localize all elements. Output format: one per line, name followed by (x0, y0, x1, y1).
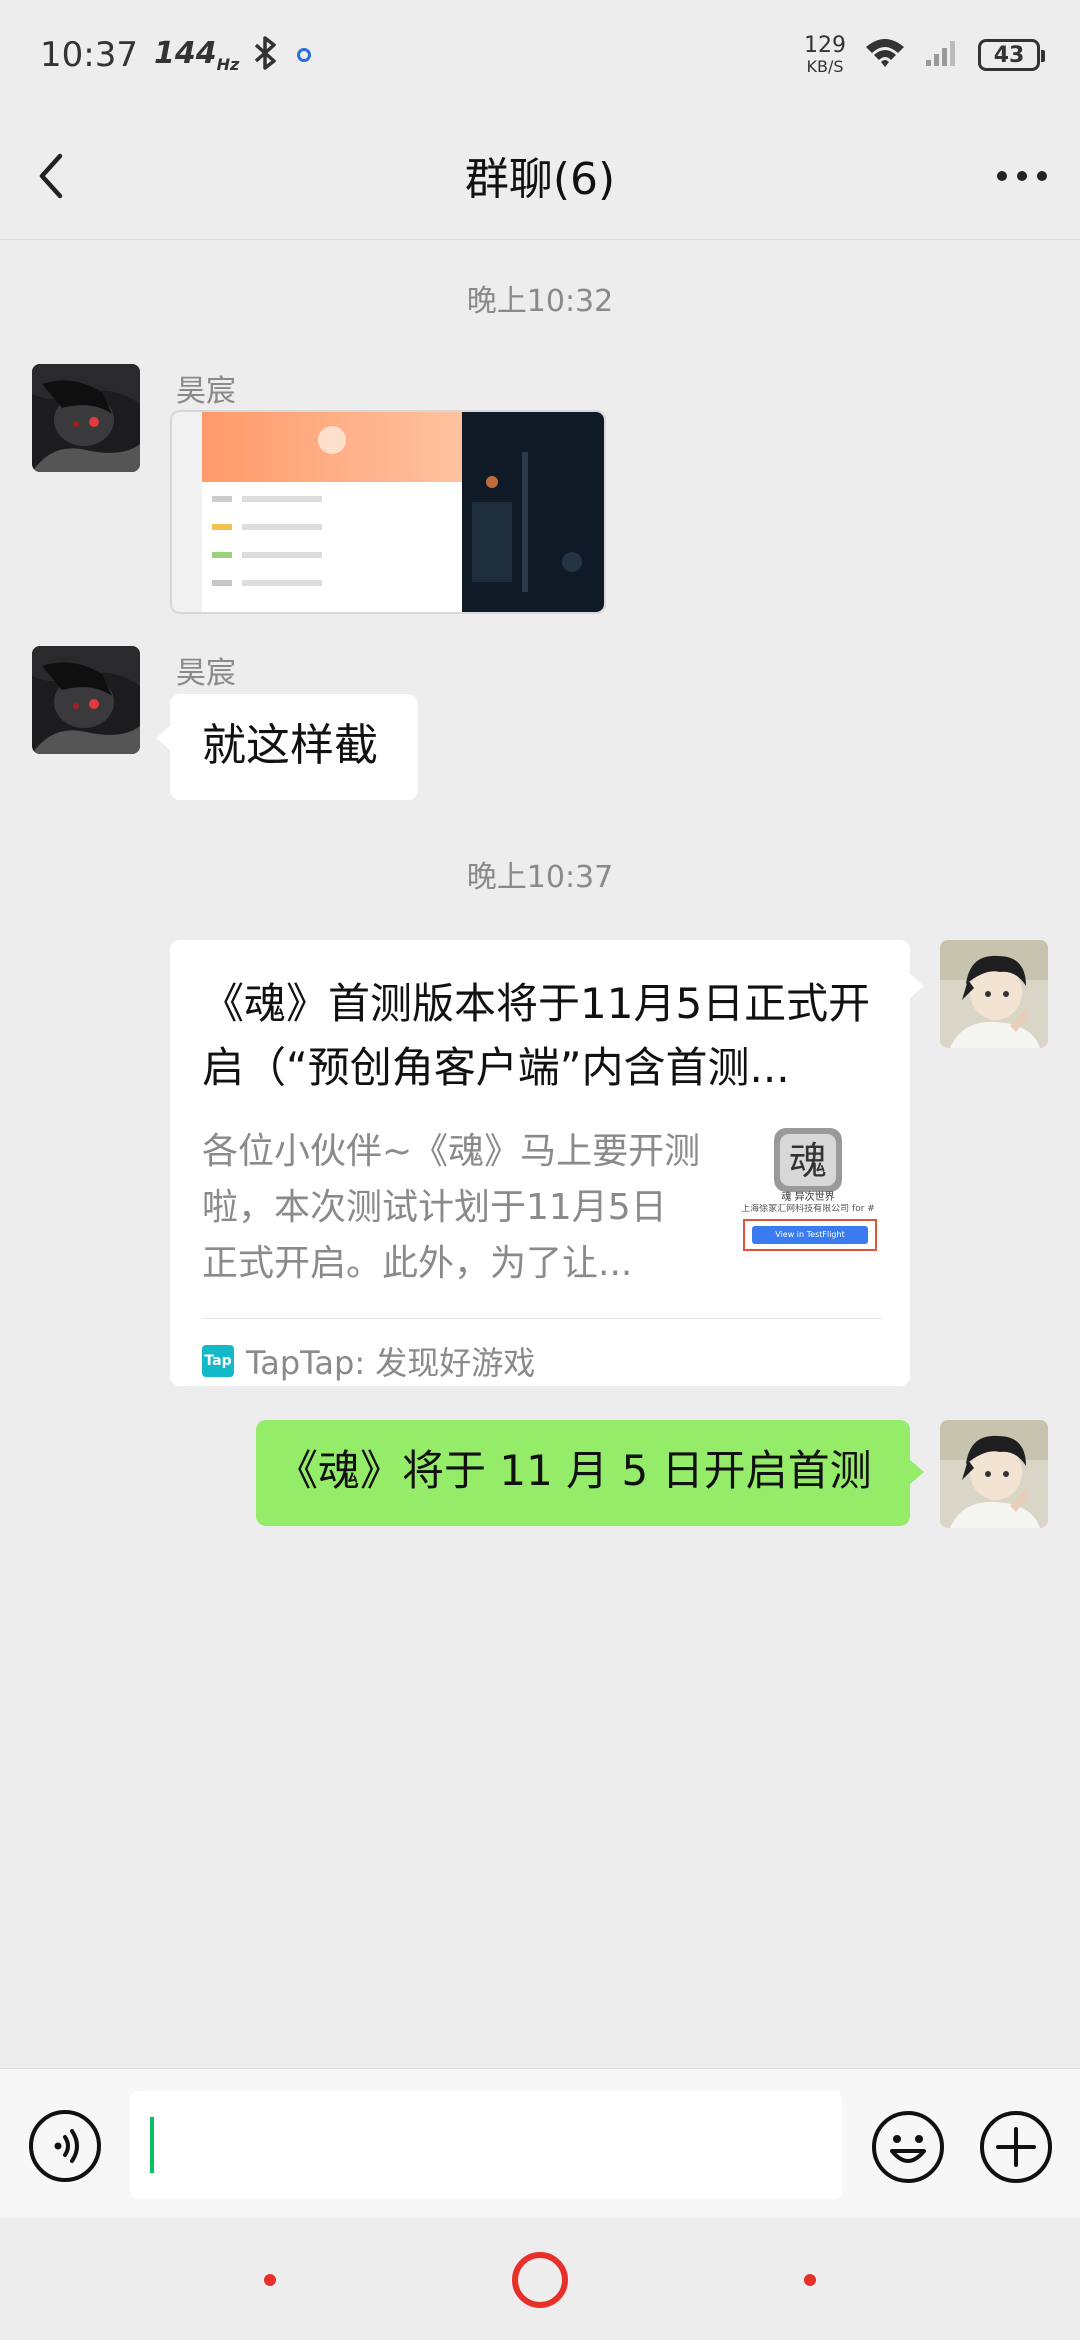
more-functions-button[interactable] (978, 2109, 1054, 2185)
message-bubble[interactable]: 就这样截 (170, 694, 418, 800)
notification-icon (297, 48, 312, 62)
refresh-rate-unit: Hz (216, 55, 240, 74)
sender-name: 昊宸 (176, 374, 236, 409)
bubble-tail (156, 726, 170, 750)
card-thumb-title: 魂 异次世界 (781, 1192, 835, 1203)
wifi-icon (864, 37, 906, 73)
chat-header: 群聊(6) (0, 110, 1080, 240)
message-text: 《魂》将于 11 月 5 日开启首测 (276, 1446, 872, 1495)
link-card[interactable]: 《魂》首测版本将于11月5日正式开启（“预创角客户端”内含首测... 各位小伙伴… (170, 940, 910, 1386)
voice-icon (29, 2110, 101, 2182)
card-source: Tap TapTap: 发现好游戏 (202, 1338, 535, 1384)
image-message[interactable] (170, 410, 606, 614)
bluetooth-icon (253, 35, 279, 75)
my-avatar[interactable] (940, 1420, 1048, 1528)
message-input[interactable] (130, 2091, 842, 2199)
screenshot-thumbnail (172, 412, 604, 612)
card-thumbnail: 魂 魂 异次世界 上海徐家汇网科技有限公司 for # View in Test… (734, 1124, 882, 1272)
time-label: 晚上10:37 (466, 860, 614, 895)
emoji-icon (872, 2111, 944, 2183)
battery-indicator: 43 (978, 39, 1045, 71)
sender-name: 昊宸 (176, 656, 236, 691)
card-divider (202, 1318, 882, 1319)
avatar[interactable] (32, 364, 140, 472)
network-speed-unit: KB/S (806, 57, 844, 76)
refresh-rate-value: 144 (153, 36, 217, 71)
system-nav-bar (0, 2218, 1080, 2340)
bubble-tail (910, 1460, 924, 1484)
more-button[interactable] (992, 158, 1052, 194)
message-text: 就这样截 (202, 720, 378, 771)
signal-icon (924, 38, 960, 72)
nav-home-button[interactable] (512, 2252, 568, 2308)
chevron-left-icon (39, 153, 63, 199)
network-speed-value: 129 (804, 33, 846, 58)
avatar[interactable] (32, 646, 140, 754)
text-caret (150, 2117, 154, 2173)
emoji-button[interactable] (870, 2109, 946, 2185)
card-title: 《魂》首测版本将于11月5日正式开启（“预创角客户端”内含首测... (202, 979, 871, 1092)
card-description: 各位小伙伴~《魂》马上要开测啦，本次测试计划于11月5日正式开启。此外，为了让.… (202, 1131, 701, 1284)
time-label: 晚上10:32 (466, 284, 614, 319)
more-dots-icon (997, 171, 1047, 181)
voice-button[interactable] (28, 2109, 102, 2183)
status-bar: 10:37 144Hz 129 KB/S 43 (0, 0, 1080, 110)
plus-icon (980, 2111, 1052, 2183)
network-speed: 129 KB/S (804, 35, 846, 75)
page-title: 群聊(6) (464, 153, 616, 205)
nav-recents-dot[interactable] (804, 2274, 816, 2286)
status-time: 10:37 (40, 35, 138, 75)
bubble-tail (910, 974, 924, 998)
refresh-rate: 144Hz (154, 36, 239, 74)
card-thumb-subtitle: 上海徐家汇网科技有限公司 for # (741, 1204, 875, 1214)
input-bar (0, 2068, 1080, 2218)
avatar-dark-figure-icon (32, 646, 140, 754)
my-avatar[interactable] (940, 940, 1048, 1048)
back-button[interactable] (30, 148, 80, 204)
message-bubble-self[interactable]: 《魂》将于 11 月 5 日开启首测 (256, 1420, 910, 1526)
nav-back-dot[interactable] (264, 2274, 276, 2286)
avatar-anime-boy-icon (940, 940, 1048, 1048)
avatar-anime-boy-icon (940, 1420, 1048, 1528)
card-source-text: TapTap: 发现好游戏 (246, 1344, 536, 1382)
taptap-logo-icon: Tap (202, 1345, 234, 1377)
status-right: 129 KB/S 43 (804, 35, 1045, 75)
svg-text:魂: 魂 (789, 1139, 827, 1183)
card-thumb-button: View in TestFlight (775, 1230, 845, 1239)
avatar-dark-figure-icon (32, 364, 140, 472)
